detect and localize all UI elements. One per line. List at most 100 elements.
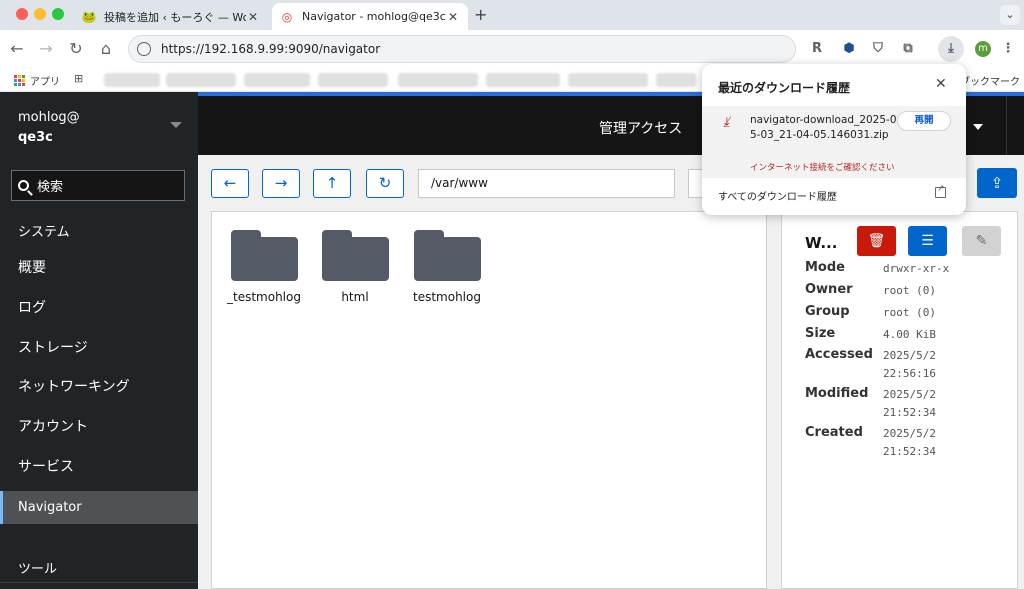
extensions-puzzle-icon[interactable]: ⧉ [898,39,918,59]
chevron-down-icon[interactable] [973,124,983,130]
detail-key-group: Group [805,304,850,319]
sidebar-item-navigator[interactable]: Navigator [0,491,198,524]
extension-hex-icon[interactable]: ⬢ [839,39,859,59]
close-tab-icon[interactable]: ✕ [446,10,460,24]
sidebar-item-accounts[interactable]: アカウント [0,411,198,444]
sidebar-item-services[interactable]: サービス [0,451,198,484]
sidebar-item-storage[interactable]: ストレージ [0,332,198,365]
browser-toolbar: ← → ↻ ⌂ https://192.168.9.99:9090/naviga… [0,30,1024,68]
folder-item[interactable]: testmohlog [407,230,487,304]
window-minimize-button[interactable] [34,8,46,20]
tab-groups-icon[interactable]: ⊞ [74,72,83,85]
bookmark-item-blurred[interactable] [398,73,478,87]
window-close-button[interactable] [16,8,28,20]
resume-button[interactable]: 再開 [897,111,951,131]
extension-r-icon[interactable]: R [807,39,827,59]
divider [1006,96,1007,155]
browser-tab-navigator[interactable]: ◎ Navigator - mohlog@qe3c ✕ [272,3,468,30]
new-tab-button[interactable]: + [474,5,487,24]
back-arrow-icon[interactable]: ← [6,38,28,60]
details-panel: W... 🗑 ☰ ✎ Mode drwxr-xr-x Owner root (0… [781,211,1018,589]
host-name: qe3c [18,130,53,145]
close-icon[interactable]: ✕ [935,76,947,92]
sidebar-item-networking[interactable]: ネットワーキング [0,371,198,404]
detail-value-size: 4.00 KiB [883,328,936,341]
host-switcher[interactable]: mohlog@ qe3c [18,108,80,148]
permissions-button[interactable]: ☰ [908,226,947,256]
upload-button[interactable]: ⇪ [977,168,1017,198]
window-zoom-button[interactable] [52,8,64,20]
edit-icon: ✎ [975,233,988,249]
detail-key-created: Created [805,425,863,440]
bookmarks-folder[interactable]: ブックマーク [960,73,1020,88]
sidebar-item-overview[interactable]: 概要 [0,252,198,285]
host-user: mohlog@ [18,110,80,125]
search-icon [18,180,29,191]
search-input[interactable]: 検索 [11,170,185,201]
detail-key-owner: Owner [805,282,853,297]
forward-arrow-icon[interactable]: → [35,38,57,60]
cockpit-favicon-icon: ◎ [281,9,293,24]
back-button[interactable]: ← [211,169,249,198]
section-system: システム [18,225,70,240]
detail-value-owner: root (0) [883,284,936,297]
bookmark-item-blurred[interactable] [104,73,160,87]
bookmark-item-blurred[interactable] [318,73,388,87]
chevron-down-icon[interactable] [170,122,182,128]
folder-item[interactable]: html [315,230,395,304]
detail-key-size: Size [805,326,836,341]
download-item[interactable]: ⤓̸ navigator-download_2025-05-03_21-04-0… [702,106,966,178]
download-failed-icon: ⤓̸ [724,115,730,130]
url-text: https://192.168.9.99:9090/navigator [161,42,381,56]
delete-button[interactable]: 🗑 [857,226,896,256]
browser-tab-bar: 🐸 投稿を追加 ‹ もーろぐ — WordP ✕ ◎ Navigator - m… [0,0,1024,30]
forward-button[interactable]: → [262,169,300,198]
folder-name: testmohlog [413,290,481,304]
apps-grid-icon [14,75,25,86]
edit-button[interactable]: ✎ [962,226,1001,256]
download-icon[interactable]: ⤓ [938,36,964,62]
path-input[interactable]: /var/www [418,169,675,198]
arrow-left-icon: ← [223,174,237,192]
detail-value-mode: drwxr-xr-x [883,262,950,275]
folder-icon [413,230,481,281]
folder-name: html [341,290,369,304]
detail-value-created-date: 2025/5/2 [883,427,936,440]
folder-icon [230,230,298,281]
close-tab-icon[interactable]: ✕ [246,10,260,24]
refresh-button[interactable]: ↻ [366,169,404,198]
browser-menu-icon[interactable]: ⋮ [998,39,1018,59]
bookmark-item-blurred[interactable] [244,73,310,87]
bookmark-item-blurred[interactable] [568,73,648,87]
sidebar: mohlog@ qe3c 検索 システム 概要 ログ ストレージ ネットワーキン… [0,92,198,589]
detail-value-accessed-date: 2025/5/2 [883,349,936,362]
tab-search-chevron-icon[interactable]: ⌄ [1000,5,1020,25]
popup-title: 最近のダウンロード履歴 [718,81,851,95]
home-icon[interactable]: ⌂ [95,38,117,60]
bookmark-item-blurred[interactable] [166,73,236,87]
bookmark-item-blurred[interactable] [656,73,696,87]
browser-tab-wordpress[interactable]: 🐸 投稿を追加 ‹ もーろぐ — WordP ✕ [74,3,268,30]
all-downloads-link[interactable]: すべてのダウンロード履歴 [718,188,837,203]
wordpress-favicon-icon: 🐸 [81,9,97,24]
bookmark-apps[interactable]: アプリ [14,73,60,88]
download-history-popup: 最近のダウンロード履歴 ✕ ⤓̸ navigator-download_2025… [702,64,966,215]
arrow-up-icon: ↑ [325,174,339,192]
address-bar[interactable]: https://192.168.9.99:9090/navigator [128,35,796,63]
bookmark-item-blurred[interactable] [486,73,560,87]
admin-access-label[interactable]: 管理アクセス [599,118,682,138]
folder-item[interactable]: _testmohlog [224,230,304,304]
folder-icon [321,230,389,281]
reload-icon[interactable]: ↻ [65,38,87,60]
arrow-right-icon: → [274,174,288,192]
detail-key-mode: Mode [805,260,845,275]
profile-avatar[interactable]: m [975,41,991,57]
sliders-icon: ☰ [921,233,934,249]
divider [0,582,198,583]
up-directory-button[interactable]: ↑ [313,169,351,198]
extension-shield-icon[interactable]: ⛉ [868,39,888,59]
open-external-icon[interactable] [935,184,946,198]
sidebar-item-logs[interactable]: ログ [0,292,198,325]
site-info-icon[interactable] [137,42,151,56]
detail-value-created-time: 21:52:34 [883,445,936,458]
